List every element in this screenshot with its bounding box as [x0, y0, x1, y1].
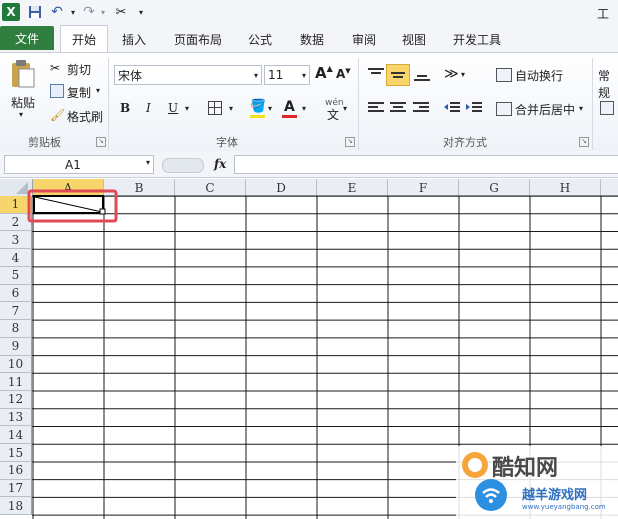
- watermark-wifi-icon: [475, 479, 507, 511]
- watermark-site-name: 越羊游戏网: [522, 488, 588, 503]
- watermark: 酷知网 越羊游戏网 www.yueyangbang.com: [456, 446, 618, 519]
- watermark-url: www.yueyangbang.com: [522, 503, 606, 511]
- cell-grid[interactable]: [0, 0, 618, 519]
- watermark-logo-icon: [462, 452, 488, 478]
